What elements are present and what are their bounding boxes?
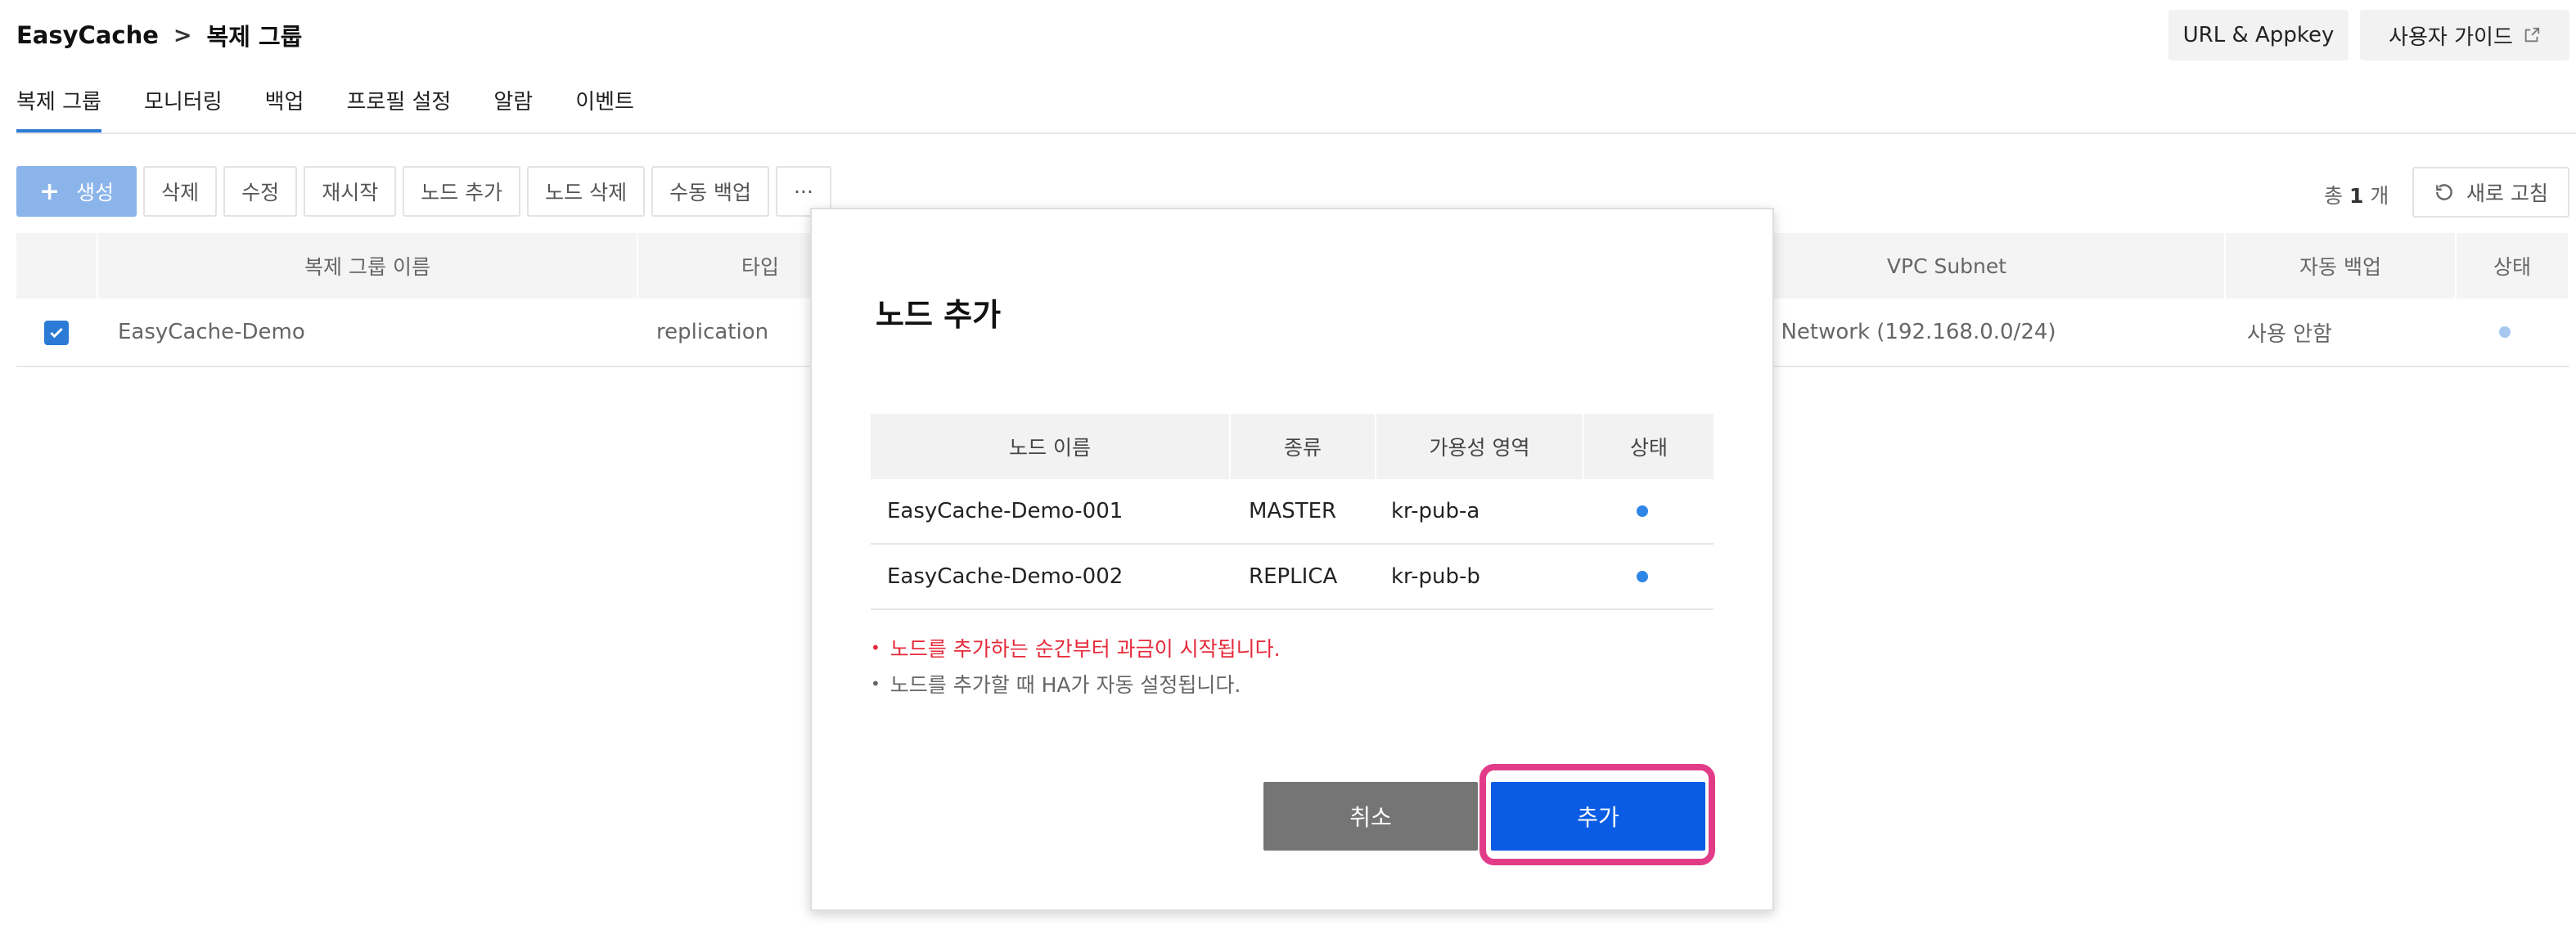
toolbar: + 생성 삭제 수정 재시작 노드 추가 노드 삭제 수동 백업 ··· [16,166,831,217]
ha-info-text: 노드를 추가할 때 HA가 자동 설정됩니다. [889,673,1241,697]
add-button[interactable]: 추가 [1491,782,1705,851]
url-appkey-button[interactable]: URL & Appkey [2168,10,2349,61]
total-count: 총 1 개 [2324,180,2389,209]
breadcrumb: EasyCache > 복제 그룹 [16,16,302,54]
row-name[interactable]: EasyCache-Demo [118,299,305,366]
delete-button[interactable]: 삭제 [143,166,218,217]
bullet-icon: • [871,674,880,694]
column-header-name[interactable]: 복제 그룹 이름 [98,233,638,299]
row-status-dot [2499,326,2511,338]
node-column-header-zone: 가용성 영역 [1376,414,1584,479]
plus-icon: + [39,177,61,206]
node-column-header-name: 노드 이름 [871,414,1231,479]
billing-warning: • 노드를 추가하는 순간부터 과금이 시작됩니다. [871,633,1281,662]
node-name: EasyCache-Demo-002 [887,564,1124,589]
tab-alarm[interactable]: 알람 [493,82,533,132]
node-table: 노드 이름 종류 가용성 영역 상태 EasyCache-Demo-001 MA… [871,414,1714,610]
url-appkey-label: URL & Appkey [2182,23,2335,47]
node-name: EasyCache-Demo-001 [887,499,1124,523]
tab-event[interactable]: 이벤트 [575,82,634,132]
row-auto-backup: 사용 안함 [2247,321,2332,347]
breadcrumb-app[interactable]: EasyCache [16,21,159,49]
tabs-divider [16,132,2576,134]
node-kind: REPLICA [1249,564,1338,589]
cancel-button[interactable]: 취소 [1263,782,1478,851]
billing-warning-text: 노드를 추가하는 순간부터 과금이 시작됩니다. [889,637,1281,661]
refresh-label: 새로 고침 [2466,182,2548,205]
row-vpc-subnet: t Network (192.168.0.0/24) [1766,320,2056,344]
main-tabs: 복제 그룹 모니터링 백업 프로필 설정 알람 이벤트 [16,82,634,132]
count-suffix: 개 [2370,184,2389,208]
count-value: 1 [2349,184,2364,208]
node-row: EasyCache-Demo-001 MASTER kr-pub-a [871,479,1714,545]
breadcrumb-current: 복제 그룹 [206,23,303,51]
column-header-status[interactable]: 상태 [2457,233,2569,299]
tab-monitoring[interactable]: 모니터링 [144,82,223,132]
count-prefix: 총 [2324,184,2344,208]
node-column-header-kind: 종류 [1231,414,1376,479]
select-column-header [16,233,98,299]
node-column-header-status: 상태 [1629,436,1668,460]
column-header-auto-backup[interactable]: 자동 백업 [2226,233,2457,299]
node-status-dot [1637,505,1648,517]
node-zone: kr-pub-b [1391,564,1480,589]
node-table-header: 노드 이름 종류 가용성 영역 상태 [871,414,1714,479]
node-zone: kr-pub-a [1391,499,1480,523]
add-node-button[interactable]: 노드 추가 [403,166,521,217]
page-header: EasyCache > 복제 그룹 URL & Appkey 사용자 가이드 [0,0,2576,74]
tab-profile-settings[interactable]: 프로필 설정 [346,82,451,132]
delete-node-button[interactable]: 노드 삭제 [527,166,646,217]
tab-replication-group[interactable]: 복제 그룹 [16,82,101,132]
refresh-icon [2436,184,2452,200]
chevron-right-icon: > [173,22,192,48]
create-label: 생성 [76,181,115,204]
row-checkbox[interactable] [44,321,69,345]
external-link-icon [2524,27,2540,43]
node-kind: MASTER [1249,499,1337,523]
manual-backup-button[interactable]: 수동 백업 [651,166,770,217]
dialog-title: 노드 추가 [876,297,1002,333]
node-status-dot [1637,571,1648,582]
create-button[interactable]: + 생성 [16,166,137,217]
row-type: replication [656,320,769,344]
bullet-icon: • [871,638,880,658]
user-guide-button[interactable]: 사용자 가이드 [2360,10,2569,61]
user-guide-label: 사용자 가이드 [2389,25,2513,50]
checkmark-icon [50,327,63,339]
ha-info: • 노드를 추가할 때 HA가 자동 설정됩니다. [871,669,1241,698]
modify-button[interactable]: 수정 [223,166,298,217]
add-node-dialog: 노드 추가 노드 이름 종류 가용성 영역 상태 EasyCache-Demo-… [810,208,1774,911]
node-row: EasyCache-Demo-002 REPLICA kr-pub-b [871,545,1714,610]
refresh-button[interactable]: 새로 고침 [2412,167,2569,218]
tab-backup[interactable]: 백업 [265,82,304,132]
restart-button[interactable]: 재시작 [304,166,397,217]
